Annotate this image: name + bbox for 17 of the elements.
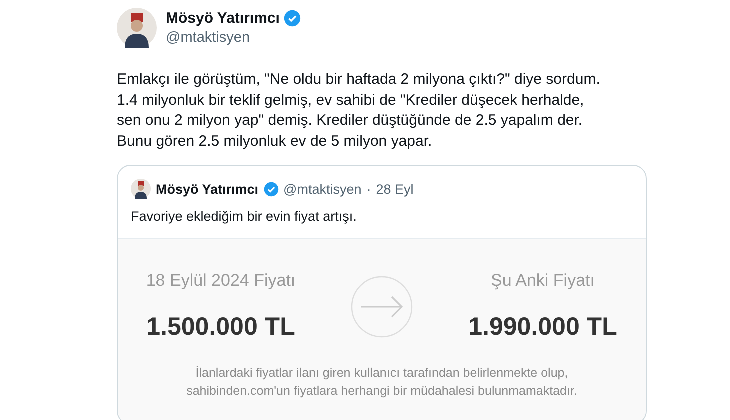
price-value: 1.500.000 TL bbox=[146, 313, 296, 342]
post-date: 28 Eyl bbox=[376, 182, 414, 196]
author-handle[interactable]: @mtaktisyen bbox=[284, 182, 362, 196]
disclaimer-text: İlanlardaki fiyatlar ilanı giren kullanıcı tarafından belirlenmekte olup, sahibinden.com'un fiyatlara herhangi bir müdahalesi bulunmamaktadır. bbox=[186, 365, 578, 400]
avatar bbox=[117, 8, 157, 48]
arrow-circle-icon bbox=[351, 276, 413, 338]
separator-dot: · bbox=[366, 182, 372, 196]
tweet-text: Emlakçı ile görüştüm, "Ne oldu bir haftada 2 milyona çıktı?" diye sordum. 1.4 milyonluk bir teklif gelmiş, ev sahibi de "Krediler düşecek herhalde, sen onu 2 milyon yap" demiş. Krediler düştüğünde de 2.5 yapalım der. Bunu gören 2.5 milyonluk ev de 5 milyon yapar. bbox=[117, 70, 602, 152]
quoted-tweet[interactable] bbox=[117, 165, 647, 420]
author-name[interactable]: Mösyö Yatırımcı bbox=[166, 10, 280, 27]
author-name[interactable]: Mösyö Yatırımcı bbox=[156, 182, 259, 196]
quote-text: Favoriye eklediğim bir evin fiyat artışı. bbox=[130, 208, 358, 224]
author-handle[interactable]: @mtaktisyen bbox=[166, 30, 301, 46]
avatar bbox=[131, 179, 151, 199]
price-value: 1.990.000 TL bbox=[468, 313, 618, 342]
price-label: Şu Anki Fiyatı bbox=[491, 271, 595, 291]
price-label: 18 Eylül 2024 Fiyatı bbox=[146, 271, 296, 291]
